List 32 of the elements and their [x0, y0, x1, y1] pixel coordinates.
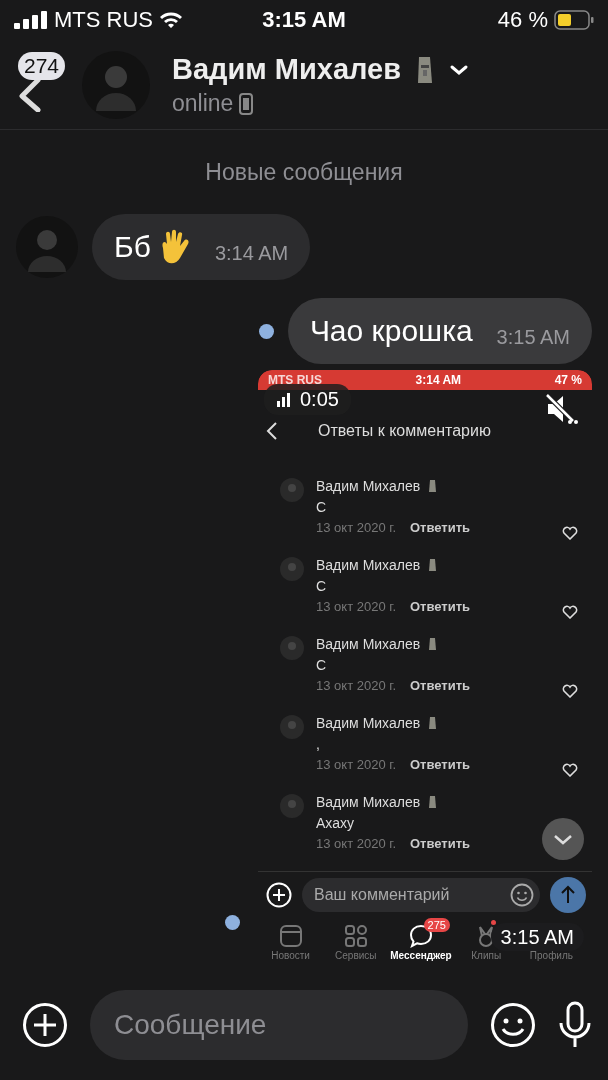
comment-text: С [316, 499, 328, 515]
unread-count-badge: 274 [18, 52, 66, 80]
new-messages-divider: Новые сообщения [205, 158, 403, 186]
message-text: Чао крошка [309, 314, 473, 348]
message-text: Бб [114, 230, 151, 264]
comment-date: 13 окт 2020 г. [316, 836, 396, 851]
comment-author: Вадим Михалев [316, 794, 421, 810]
comment-author: Вадим Михалев [316, 557, 421, 573]
screen-title: Ответы к комментарию [318, 422, 491, 440]
comment-text: Ахаху [316, 815, 355, 831]
comment-date: 13 окт 2020 г. [316, 520, 396, 535]
unread-badge: 275 [423, 918, 450, 932]
comment-text: С [316, 578, 328, 594]
video-duration: 0:05 [300, 388, 339, 411]
comment-date: 13 окт 2020 г. [316, 599, 396, 614]
battery-percent: 46 % [497, 7, 548, 33]
online-status: online [172, 90, 234, 117]
comment-text: , [316, 736, 321, 752]
comment-date: 13 окт 2020 г. [316, 757, 396, 772]
time-toast: 3:15 AM [490, 923, 584, 951]
comment-author: Вадим Михалев [316, 478, 421, 494]
message-time: 3:15 AM [496, 325, 570, 349]
carrier-name: MTS RUS [54, 7, 153, 33]
battery-percent: 47 % [554, 373, 582, 387]
clock-time: 3:15 AM [262, 7, 346, 33]
message-time: 3:14 AM [214, 241, 289, 265]
comment-author: Вадим Михалев [316, 636, 421, 652]
comment-date: 13 окт 2020 г. [316, 678, 396, 693]
comment-author: Вадим Михалев [316, 715, 421, 731]
comment-text: С [316, 657, 328, 673]
carrier-name: MTS RUS [268, 373, 322, 387]
clock-time: 3:14 AM [415, 373, 462, 387]
